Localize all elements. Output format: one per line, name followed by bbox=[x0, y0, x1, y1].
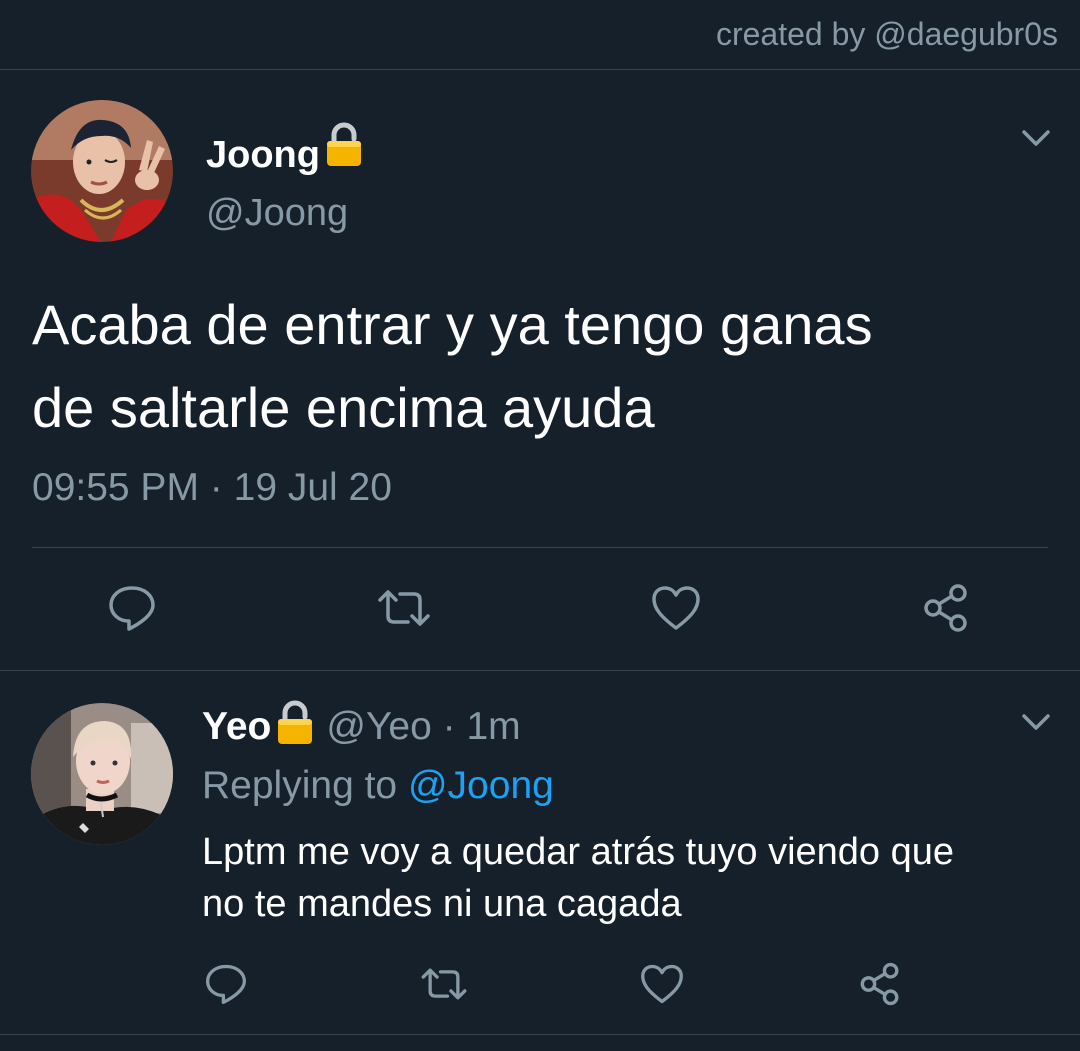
main-inner-divider bbox=[32, 547, 1048, 548]
watermark: created by @daegubr0s bbox=[715, 16, 1058, 52]
retweet-button[interactable] bbox=[372, 580, 436, 636]
retweet-icon bbox=[378, 590, 430, 626]
reply-handle[interactable]: @Yeo bbox=[326, 705, 431, 748]
reply-retweet-button[interactable] bbox=[414, 958, 474, 1010]
share-icon bbox=[860, 962, 899, 1006]
main-date: 19 Jul 20 bbox=[233, 466, 392, 509]
retweet-icon bbox=[421, 968, 467, 1000]
main-tweet-text: Acaba de entrar y ya tengo ganas de salt… bbox=[32, 293, 873, 439]
reply-reply-button[interactable] bbox=[196, 958, 256, 1010]
share-icon bbox=[924, 584, 967, 632]
main-author-row: Joong bbox=[206, 121, 365, 178]
like-icon bbox=[641, 964, 683, 1004]
reply-button[interactable] bbox=[100, 580, 164, 636]
replying-to-row: Replying to @Joong bbox=[202, 762, 554, 810]
lock-icon bbox=[323, 121, 365, 167]
main-handle[interactable]: @Joong bbox=[206, 190, 348, 236]
share-button[interactable] bbox=[914, 580, 978, 636]
reply-separator: · bbox=[442, 705, 456, 748]
like-button[interactable] bbox=[644, 580, 708, 636]
reply-display-name[interactable]: Yeo bbox=[202, 705, 271, 748]
bottom-divider bbox=[0, 1034, 1080, 1035]
main-timestamp-row: 09:55 PM · 19 Jul 20 bbox=[32, 464, 392, 512]
reply-icon bbox=[205, 964, 247, 1005]
main-time: 09:55 PM bbox=[32, 466, 199, 509]
chevron-down-icon[interactable] bbox=[1016, 702, 1056, 742]
top-divider bbox=[0, 69, 1080, 70]
reply-share-button[interactable] bbox=[850, 956, 910, 1012]
like-icon bbox=[652, 586, 700, 630]
avatar-yeo[interactable] bbox=[31, 703, 173, 845]
replying-to-label: Replying to bbox=[202, 764, 398, 807]
reply-age[interactable]: 1m bbox=[466, 705, 520, 748]
main-separator: · bbox=[209, 466, 223, 509]
reply-like-button[interactable] bbox=[632, 958, 692, 1010]
lock-icon bbox=[274, 699, 316, 751]
replying-to-handle[interactable]: @Joong bbox=[408, 764, 554, 807]
tweet-divider bbox=[0, 670, 1080, 671]
avatar-joong[interactable] bbox=[31, 100, 173, 242]
reply-icon bbox=[109, 586, 155, 631]
reply-author-row: Yeo @Yeo · 1m bbox=[202, 699, 521, 751]
chevron-down-icon[interactable] bbox=[1016, 118, 1056, 158]
reply-tweet-text: Lptm me voy a quedar atrás tuyo viendo q… bbox=[202, 831, 955, 925]
main-display-name[interactable]: Joong bbox=[206, 134, 320, 176]
